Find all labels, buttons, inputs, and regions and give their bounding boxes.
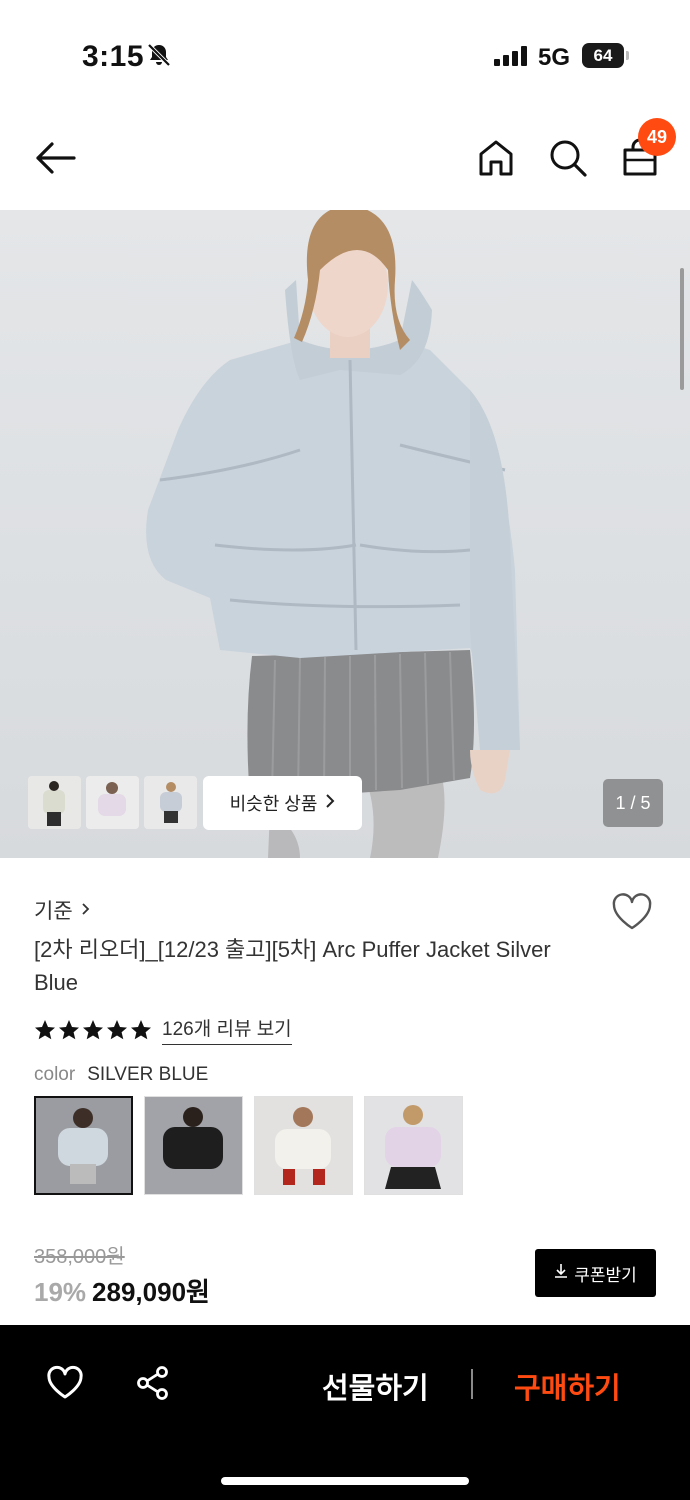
swatch-lavender[interactable] — [364, 1096, 463, 1195]
color-row: color SILVER BLUE — [34, 1064, 208, 1086]
swatch-silver-blue[interactable] — [34, 1096, 133, 1195]
wishlist-heart-icon[interactable] — [46, 1365, 84, 1406]
chevron-right-icon — [325, 793, 335, 814]
share-icon[interactable] — [135, 1365, 171, 1406]
thumbnail-1[interactable] — [28, 776, 81, 829]
gift-button[interactable]: 선물하기 — [322, 1365, 429, 1407]
rating-row: 126개 리뷰 보기 — [34, 1014, 292, 1045]
swatch-ivory[interactable] — [254, 1096, 353, 1195]
chevron-right-icon — [81, 898, 90, 922]
status-time: 3:15 — [82, 40, 145, 73]
buy-button[interactable]: 구매하기 — [514, 1365, 621, 1407]
image-pager: 1 / 5 — [603, 779, 663, 827]
back-arrow-icon[interactable] — [34, 138, 76, 183]
product-title: [2차 리오더]_[12/23 출고][5차] Arc Puffer Jacke… — [34, 937, 551, 995]
network-type: 5G — [538, 44, 571, 71]
color-value: SILVER BLUE — [87, 1064, 209, 1085]
action-divider — [471, 1369, 473, 1399]
status-bar: 3:15 5G 64 — [0, 0, 690, 100]
rating-stars — [34, 1019, 152, 1041]
bottom-action-bar: 선물하기 구매하기 — [0, 1325, 690, 1500]
thumbnail-2[interactable] — [86, 776, 139, 829]
hero-thumbnails — [28, 776, 197, 829]
coupon-label: 쿠폰받기 — [574, 1265, 637, 1285]
similar-products-button[interactable]: 비슷한 상품 — [203, 776, 362, 830]
home-icon[interactable] — [478, 138, 514, 183]
thumbnail-3[interactable] — [144, 776, 197, 829]
coupon-button[interactable]: 쿠폰받기 — [535, 1249, 656, 1297]
wishlist-heart-icon[interactable] — [610, 892, 654, 937]
battery-nub — [626, 51, 629, 60]
star-icons — [35, 1019, 151, 1039]
home-indicator — [221, 1477, 469, 1485]
review-link[interactable]: 126개 리뷰 보기 — [162, 1014, 292, 1045]
download-icon — [554, 1263, 568, 1284]
color-swatches — [34, 1096, 463, 1195]
color-label: color — [34, 1064, 76, 1085]
silent-bell-icon — [146, 42, 172, 73]
swatch-black[interactable] — [144, 1096, 243, 1195]
product-hero-image[interactable] — [0, 210, 690, 858]
top-navigation — [0, 100, 690, 210]
sale-price: 289,090원 — [92, 1277, 210, 1307]
discount-rate: 19% — [34, 1277, 87, 1307]
similar-products-label: 비슷한 상품 — [229, 794, 318, 814]
cell-signal-icon — [494, 46, 528, 71]
battery-icon: 64 — [582, 43, 624, 68]
sale-price-row: 19% 289,090원 — [34, 1272, 210, 1309]
cart-count-badge: 49 — [638, 118, 676, 156]
image-scroll-indicator — [680, 268, 684, 390]
brand-link[interactable]: 기준 — [34, 895, 90, 925]
brand-name: 기준 — [34, 900, 73, 923]
model-photo — [146, 210, 520, 858]
search-icon[interactable] — [548, 138, 588, 183]
original-price: 358,000원 — [34, 1246, 125, 1268]
